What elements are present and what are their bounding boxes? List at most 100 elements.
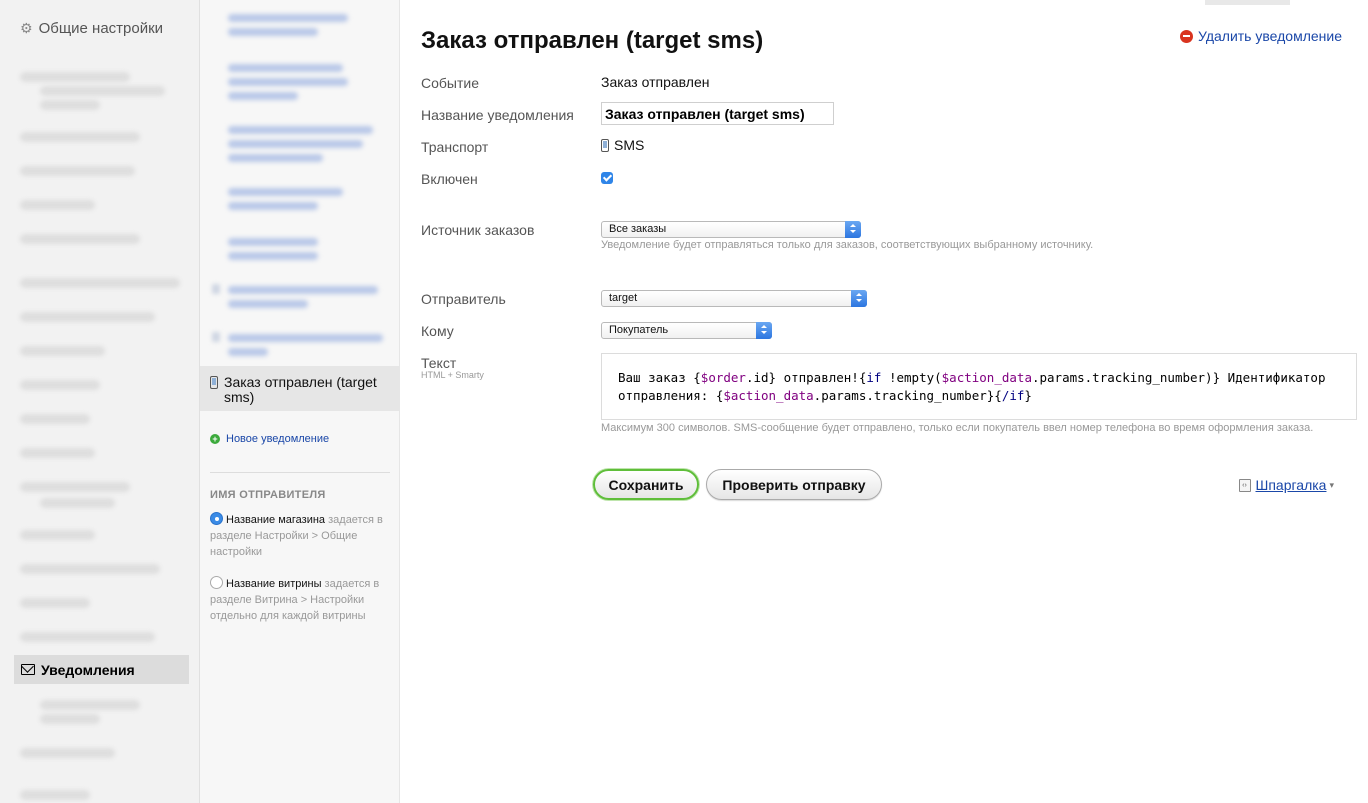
text-editor[interactable]: Ваш заказ {$order.id} отправлен!{if !emp… [601,353,1357,420]
sidebar-item-notifications[interactable]: Уведомления [14,655,189,684]
sidebar-item-blurred[interactable] [20,346,105,356]
source-select[interactable]: Все заказы [601,221,861,238]
notification-item-active[interactable]: Заказ отправлен (target sms) [200,366,400,411]
notification-link-blurred[interactable] [228,140,363,148]
select-arrows-icon [756,322,772,339]
sender-option-store[interactable]: Название магазина задается в разделе Нас… [210,512,390,560]
sidebar-item-blurred[interactable] [20,200,95,210]
sidebar-item-blurred[interactable] [40,714,100,724]
sidebar-item-blurred[interactable] [20,278,180,288]
source-label: Источник заказов [421,222,535,238]
sidebar-item-blurred[interactable] [20,234,140,244]
notification-name-input[interactable]: Заказ отправлен (target sms) [601,102,834,125]
sidebar-item-blurred[interactable] [20,132,140,142]
delete-notification-link[interactable]: Удалить уведомление [1180,28,1342,44]
save-button[interactable]: Сохранить [593,469,699,500]
radio-unselected-icon[interactable] [210,576,223,589]
caret-down-icon: ▾ [1329,479,1334,490]
notification-link-blurred[interactable] [228,238,318,246]
notification-link-blurred[interactable] [228,252,318,260]
sidebar-item-blurred[interactable] [20,72,130,82]
notification-link-blurred[interactable] [228,78,348,86]
notification-link-blurred[interactable] [228,126,373,134]
page-title: Заказ отправлен (target sms) [421,27,764,54]
sidebar-item-blurred[interactable] [20,380,100,390]
phone-icon [601,139,609,152]
code-token: !empty( [881,370,942,385]
code-token: if [866,370,882,385]
delete-notification-label: Удалить уведомление [1198,28,1342,44]
top-tab[interactable] [1205,0,1290,5]
sidebar-item-label: Уведомления [41,661,135,678]
divider [210,472,390,473]
sidebar-title[interactable]: ⚙ Общие настройки [20,20,163,37]
notification-link-blurred[interactable] [228,92,298,100]
test-send-button[interactable]: Проверить отправку [706,469,882,500]
sidebar-item-blurred[interactable] [20,598,90,608]
source-select-value: Все заказы [609,223,667,235]
notification-link-blurred[interactable] [228,286,378,294]
code-token: } [1024,388,1032,403]
to-select[interactable]: Покупатель [601,322,772,339]
to-label: Кому [421,323,454,339]
code-token: Ваш заказ { [618,370,701,385]
new-notification-link[interactable]: + Новое уведомление [210,433,329,445]
sender-option-label: Название витрины [226,578,322,590]
sender-option-label: Название магазина [226,514,326,526]
event-label: Событие [421,75,479,91]
cheatsheet-link[interactable]: ‹› Шпаргалка ▾ [1238,477,1334,493]
sidebar-item-blurred[interactable] [20,166,135,176]
sidebar-item-blurred[interactable] [20,414,90,424]
sender-option-storefront[interactable]: Название витрины задается в разделе Витр… [210,576,390,624]
sidebar-item-blurred[interactable] [20,312,155,322]
text-sublabel: HTML + Smarty [421,370,484,380]
notification-link-blurred[interactable] [228,348,268,356]
radio-selected-icon[interactable] [210,512,223,525]
sender-select[interactable]: target [601,290,867,307]
code-token: /if [1001,388,1025,403]
select-arrows-icon [851,290,867,307]
sender-name-title: ИМЯ ОТПРАВИТЕЛЯ [210,489,326,501]
settings-sidebar: ⚙ Общие настройки Уведомления [0,0,200,803]
sidebar-item-blurred[interactable] [20,564,160,574]
envelope-icon [21,664,35,675]
sidebar-item-blurred[interactable] [40,700,140,710]
sidebar-item-blurred[interactable] [40,86,165,96]
gears-icon: ⚙ [20,20,33,36]
cheatsheet-label: Шпаргалка [1255,477,1327,493]
notification-link-blurred[interactable] [228,188,343,196]
notifications-list: Заказ отправлен (target sms) + Новое уве… [200,0,400,803]
sidebar-item-blurred[interactable] [20,530,95,540]
text-label: Текст [421,355,457,371]
transport-label: Транспорт [421,139,489,155]
code-token: $action_data [941,370,1032,385]
sidebar-item-blurred[interactable] [20,482,130,492]
name-label: Название уведомления [421,107,574,123]
notification-link-blurred[interactable] [228,154,323,162]
transport-value: SMS [601,137,644,153]
notification-link-blurred[interactable] [228,64,343,72]
sidebar-item-blurred[interactable] [20,748,115,758]
notification-link-blurred[interactable] [228,202,318,210]
sidebar-item-blurred[interactable] [40,498,115,508]
sidebar-title-label: Общие настройки [38,20,164,37]
code-token: .params.tracking_number}{ [813,388,1002,403]
plus-icon: + [210,434,220,444]
notification-link-blurred[interactable] [228,334,383,342]
sidebar-item-blurred[interactable] [20,448,95,458]
sidebar-item-blurred[interactable] [20,632,155,642]
notification-editor: Заказ отправлен (target sms) Удалить уве… [400,0,1368,803]
notification-link-blurred[interactable] [228,300,308,308]
enabled-checkbox[interactable] [601,172,613,184]
notification-link-blurred[interactable] [228,14,348,22]
phone-icon [210,376,218,389]
text-hint: Максимум 300 символов. SMS-сообщение буд… [601,422,1314,434]
notification-icon-blurred [212,284,220,294]
enabled-label: Включен [421,171,478,187]
notification-item-label: Заказ отправлен (target sms) [224,374,377,405]
sidebar-item-blurred[interactable] [40,100,100,110]
notification-link-blurred[interactable] [228,28,318,36]
select-arrows-icon [845,221,861,238]
sidebar-item-blurred[interactable] [20,790,90,800]
code-token: .id} отправлен!{ [745,370,867,385]
